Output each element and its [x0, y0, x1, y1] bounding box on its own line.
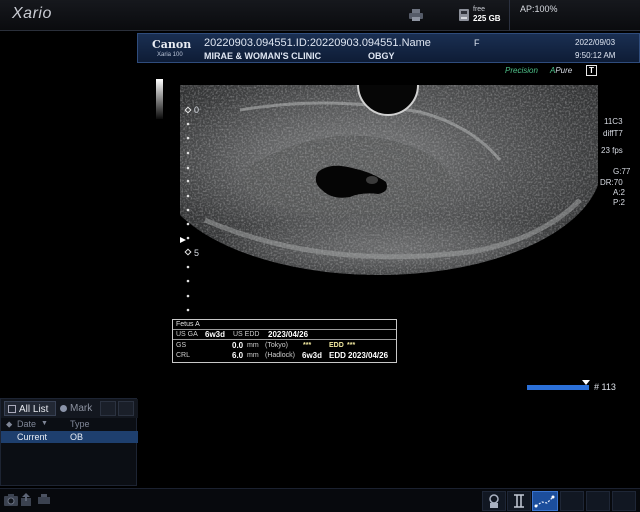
tab-mark-label: Mark — [70, 403, 93, 414]
mark-icon — [60, 405, 67, 412]
study-list-tabs: All List Mark — [1, 399, 138, 418]
meas-edd-label: EDD — [329, 342, 344, 349]
meas-value: 6.0 — [232, 351, 244, 360]
meas-ga: *** — [303, 342, 312, 349]
probe-button[interactable] — [482, 491, 506, 511]
sort-desc-icon[interactable]: ▼ — [41, 420, 48, 427]
tab-all-list[interactable]: All List — [4, 401, 56, 416]
column-type[interactable]: Type — [70, 419, 90, 429]
meas-name: GS — [176, 342, 187, 349]
tab-all-list-label: All List — [19, 404, 49, 415]
list-icon — [8, 405, 16, 413]
frame-rate-label: 23 fps — [601, 146, 623, 155]
p-param-label: P:2 — [613, 198, 626, 207]
list-tool-button[interactable] — [100, 401, 116, 416]
bottom-toolbar — [0, 488, 640, 512]
meas-unit: mm — [247, 352, 259, 359]
meas-edd: 2023/04/26 — [348, 351, 389, 360]
list-item[interactable]: Current OB — [1, 431, 138, 443]
measure-caliper-button[interactable] — [507, 491, 531, 511]
toolbar-slot-button[interactable] — [612, 491, 636, 511]
study-list-header: ⬥ Date ▼ Type — [1, 419, 138, 430]
meas-unit: mm — [247, 342, 259, 349]
transducer-label: 11C3 — [604, 117, 623, 126]
study-list-panel: All List Mark ⬥ Date ▼ Type Current OB — [0, 398, 138, 486]
toolbar-slot-button[interactable] — [560, 491, 584, 511]
tab-mark[interactable]: Mark — [58, 401, 98, 416]
measurement-results-box[interactable]: Fetus A US GA 6w3d US EDD 2023/04/26 GS … — [172, 319, 397, 363]
meas-name: CRL — [176, 352, 191, 359]
focus-marker-icon — [180, 237, 186, 243]
embryo-echo — [366, 176, 378, 184]
row-date: Current — [17, 432, 48, 442]
measurement-row-gs: GS 0.0 mm (Tokyo) *** EDD *** — [173, 341, 396, 351]
ultrasound-sector — [180, 85, 598, 276]
trace-line-icon — [534, 495, 555, 508]
depth-label-top: 0 — [194, 105, 200, 115]
a-param-label: A:2 — [613, 188, 626, 197]
meas-value: 0.0 — [232, 341, 244, 350]
camera-icon[interactable] — [4, 494, 18, 506]
probe-icon — [489, 494, 499, 508]
meas-edd: *** — [347, 342, 356, 349]
caliper-icon — [514, 494, 524, 508]
meas-method: (Tokyo) — [265, 342, 288, 349]
cine-frame-number: # 113 — [594, 382, 616, 392]
gain-label: G:77 — [613, 167, 631, 176]
meas-method: (Hadlock) — [265, 352, 295, 359]
measurement-row-crl: CRL 6.0 mm (Hadlock) 6w3d EDD 2023/04/26 — [173, 351, 396, 361]
meas-edd-label: EDD — [329, 351, 346, 360]
list-tool-button[interactable] — [118, 401, 134, 416]
bladder-ring — [357, 85, 419, 116]
print-icon[interactable] — [38, 494, 50, 506]
export-icon[interactable] — [19, 493, 33, 507]
row-type: OB — [70, 432, 84, 442]
depth-label-mid: 5 — [194, 248, 200, 258]
harmonic-label: diffT7 — [603, 129, 623, 138]
toolbar-slot-button[interactable] — [586, 491, 610, 511]
sort-icon[interactable]: ⬥ — [6, 419, 12, 430]
cine-frame-handle[interactable] — [581, 380, 590, 385]
meas-ga: 6w3d — [302, 351, 323, 360]
dynamic-range-label: DR:70 — [600, 178, 623, 187]
column-date[interactable]: Date — [17, 419, 36, 429]
trace-button[interactable] — [532, 491, 558, 511]
cine-frame-slider[interactable] — [527, 385, 589, 390]
